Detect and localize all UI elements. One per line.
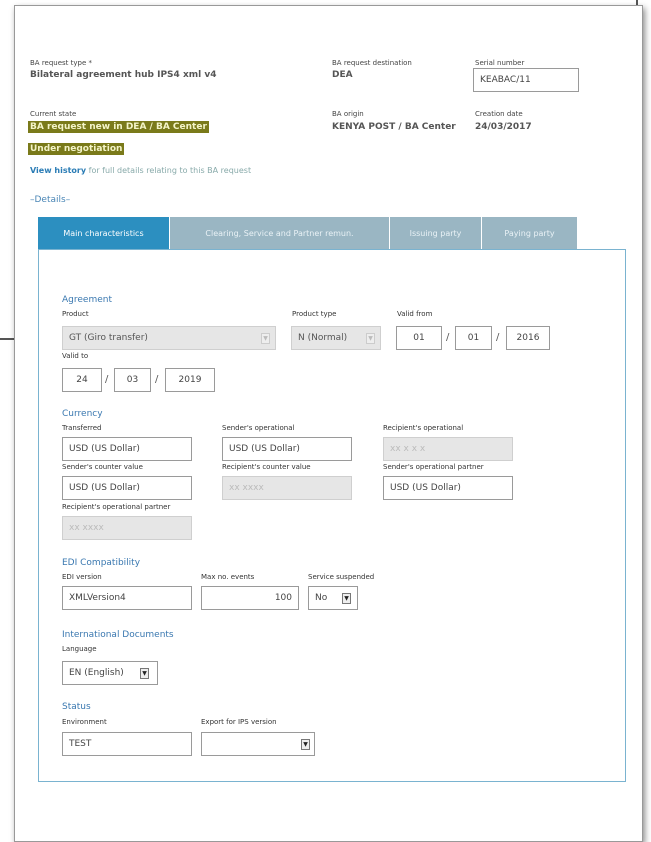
valid-to-year[interactable]: 2019: [165, 368, 215, 392]
max-events-field[interactable]: 100: [201, 586, 299, 610]
transferred-label: Transferred: [62, 424, 102, 432]
senders-operational-label: Sender's operational: [222, 424, 295, 432]
negotiation-state-badge: Under negotiation: [28, 143, 125, 155]
service-suspended-label: Service suspended: [308, 573, 375, 581]
product-chevron-down-icon: ▼: [261, 333, 270, 344]
tab-paying-party[interactable]: Paying party: [482, 217, 578, 249]
currency-section-title: Currency: [62, 409, 103, 419]
export-ips-label: Export for IPS version: [201, 718, 277, 726]
product-type-label: Product type: [292, 310, 337, 318]
language-chevron-down-icon: ▼: [140, 668, 149, 679]
creation-date-label: Creation date: [475, 110, 523, 118]
tab-clearing-service-partner[interactable]: Clearing, Service and Partner remun.: [170, 217, 390, 249]
environment-label: Environment: [62, 718, 107, 726]
valid-from-year[interactable]: 2016: [506, 326, 550, 350]
recipients-operational-label: Recipient's operational: [383, 424, 464, 432]
current-state-badge: BA request new in DEA / BA Center: [28, 121, 209, 133]
product-type-chevron-down-icon: ▼: [366, 333, 375, 344]
view-history-link[interactable]: View history: [30, 166, 86, 175]
agreement-section-title: Agreement: [62, 295, 112, 305]
product-label: Product: [62, 310, 89, 318]
origin-value: KENYA POST / BA Center: [332, 122, 456, 132]
status-section-title: Status: [62, 702, 91, 712]
recipients-counter-field: xx xxxx: [222, 476, 352, 500]
tab-issuing-party[interactable]: Issuing party: [390, 217, 482, 249]
valid-to-month[interactable]: 03: [114, 368, 151, 392]
history-description: for full details relating to this BA req…: [88, 166, 252, 175]
valid-from-month[interactable]: 01: [455, 326, 492, 350]
transferred-currency-field[interactable]: USD (US Dollar): [62, 437, 192, 461]
edi-version-field[interactable]: XMLVersion4: [62, 586, 192, 610]
recipients-operational-field: xx x x x: [383, 437, 513, 461]
details-heading: –Details–: [30, 195, 71, 205]
valid-to-day[interactable]: 24: [62, 368, 102, 392]
senders-counter-label: Sender's counter value: [62, 463, 143, 471]
date-separator: /: [105, 374, 109, 385]
service-suspended-chevron-down-icon: ▼: [342, 593, 351, 604]
senders-partner-label: Sender's operational partner: [383, 463, 484, 471]
request-type-value: Bilateral agreement hub IPS4 xml v4: [30, 70, 217, 80]
recipients-partner-field: xx xxxx: [62, 516, 192, 540]
export-ips-select[interactable]: [201, 732, 315, 756]
date-separator: /: [446, 332, 450, 343]
language-label: Language: [62, 645, 97, 653]
origin-label: BA origin: [332, 110, 364, 118]
tab-main-characteristics[interactable]: Main characteristics: [38, 217, 170, 249]
date-separator: /: [155, 374, 159, 385]
senders-counter-field[interactable]: USD (US Dollar): [62, 476, 192, 500]
creation-date-value: 24/03/2017: [475, 122, 532, 132]
product-select[interactable]: GT (Giro transfer): [62, 326, 276, 350]
valid-from-label: Valid from: [397, 310, 433, 318]
destination-label: BA request destination: [332, 59, 412, 67]
recipients-counter-label: Recipient's counter value: [222, 463, 311, 471]
serial-number-field[interactable]: KEABAC/11: [473, 68, 579, 92]
senders-partner-field[interactable]: USD (US Dollar): [383, 476, 513, 500]
date-separator: /: [496, 332, 500, 343]
valid-from-day[interactable]: 01: [396, 326, 442, 350]
history-line: View history for full details relating t…: [30, 166, 251, 175]
current-state-label: Current state: [30, 110, 77, 118]
export-ips-chevron-down-icon: ▼: [301, 739, 310, 750]
environment-field[interactable]: TEST: [62, 732, 192, 756]
recipients-partner-label: Recipient's operational partner: [62, 503, 171, 511]
serial-number-label: Serial number: [475, 59, 525, 67]
destination-value: DEA: [332, 70, 353, 80]
valid-to-label: Valid to: [62, 352, 89, 360]
edi-version-label: EDI version: [62, 573, 102, 581]
senders-operational-field[interactable]: USD (US Dollar): [222, 437, 352, 461]
request-type-label: BA request type *: [30, 59, 93, 67]
intl-docs-section-title: International Documents: [62, 630, 174, 640]
edi-section-title: EDI Compatibility: [62, 558, 141, 568]
max-events-label: Max no. events: [201, 573, 255, 581]
